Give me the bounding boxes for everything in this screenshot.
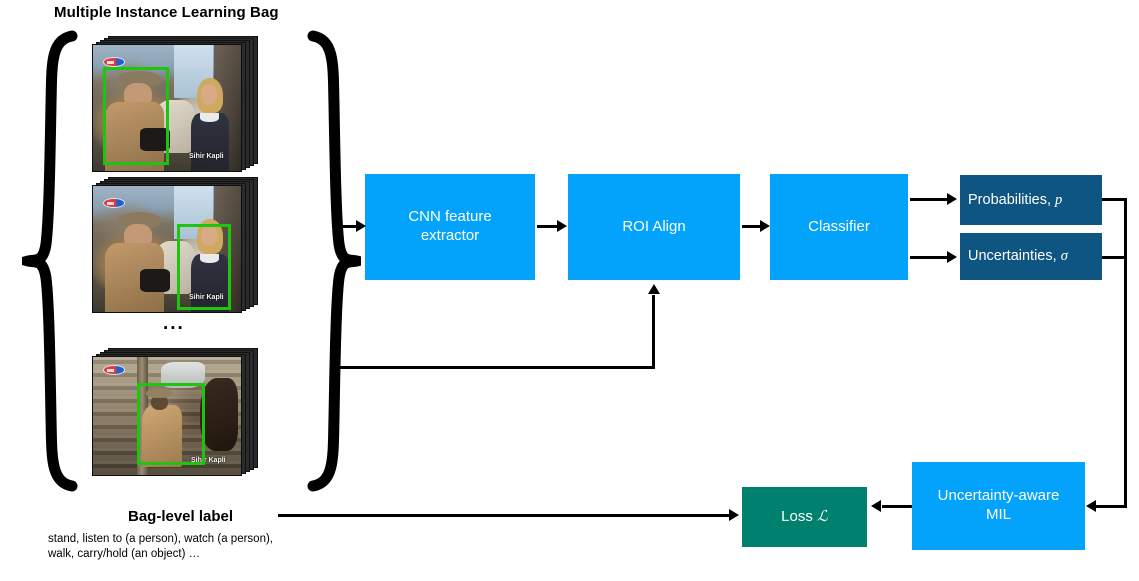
probabilities-node-label: Probabilities, p <box>968 191 1063 208</box>
connector-cnn-to-roi <box>537 225 557 228</box>
woman-collar-shape <box>199 254 219 263</box>
cnn-node-label: CNN feature extractor <box>408 208 492 244</box>
arrowhead-to-mil <box>1086 500 1096 512</box>
video-frame: Sihir Kapli <box>92 185 242 313</box>
connector-roi-to-classifier <box>742 225 762 228</box>
saddle-shape <box>140 128 170 151</box>
roi-align-node[interactable]: ROI Align <box>568 174 740 280</box>
bag-ellipsis: ... <box>163 313 185 334</box>
uncertainties-node-label: Uncertainties, σ <box>968 248 1068 265</box>
arrowhead-to-classifier <box>760 220 770 232</box>
arrowhead-to-probabilities <box>947 193 957 205</box>
connector-label-to-loss <box>278 514 730 517</box>
person-coat-shape <box>141 405 182 467</box>
uncertainty-aware-mil-node[interactable]: Uncertainty-aware MIL <box>912 462 1085 550</box>
figure-canvas: Multiple Instance Learning Bag Sihir Kap… <box>0 0 1139 581</box>
sigma-symbol: σ <box>1060 248 1068 265</box>
video-frame: Sihir Kapli <box>92 356 242 476</box>
bag-level-label-title: Bag-level label <box>128 508 234 525</box>
frame-stack-2: Sihir Kapli <box>92 177 258 317</box>
frame-watermark-text: Sihir Kapli <box>189 294 224 301</box>
mil-node-label: Uncertainty-aware MIL <box>937 487 1060 523</box>
frame-stack-3: Sihir Kapli <box>92 348 258 480</box>
loss-node-label: Loss ℒ <box>781 507 828 525</box>
uncertainties-node[interactable]: Uncertainties, σ <box>960 233 1102 280</box>
classifier-node[interactable]: Classifier <box>770 174 908 280</box>
arrowhead-to-roi <box>557 220 567 232</box>
frame-watermark-text: Sihir Kapli <box>189 153 224 160</box>
loss-symbol: ℒ <box>817 508 828 525</box>
bag-level-class-list: stand, listen to (a person), watch (a pe… <box>48 533 273 561</box>
probabilities-node[interactable]: Probabilities, p <box>960 175 1102 225</box>
cnn-feature-extractor-node[interactable]: CNN feature extractor <box>365 174 535 280</box>
arrowhead-to-roi-bottom <box>648 284 660 294</box>
video-frame: Sihir Kapli <box>92 44 242 172</box>
connector-classifier-to-probabilities <box>910 198 948 201</box>
person-hat-shape <box>146 387 173 399</box>
frame-stack-1: Sihir Kapli <box>92 36 258 176</box>
loss-node[interactable]: Loss ℒ <box>742 487 867 547</box>
classifier-node-label: Classifier <box>808 217 870 235</box>
trt1-logo-icon <box>103 198 125 208</box>
roi-node-label: ROI Align <box>622 217 686 235</box>
left-brace <box>22 30 78 492</box>
connector-bag-to-roi-horizontal <box>336 366 655 369</box>
page-title: Multiple Instance Learning Bag <box>54 4 279 21</box>
snow-region <box>161 361 206 388</box>
connector-mil-to-loss <box>882 505 912 508</box>
probability-symbol: p <box>1055 191 1063 208</box>
right-brace <box>305 30 361 492</box>
horse-shape <box>199 378 239 452</box>
trt1-logo-icon <box>103 57 125 67</box>
arrowhead-to-cnn <box>356 220 366 232</box>
arrowhead-to-loss-from-label <box>729 509 739 521</box>
trt1-logo-icon <box>103 365 125 375</box>
connector-classifier-to-uncertainties <box>910 256 948 259</box>
arrowhead-to-uncertainties <box>947 251 957 263</box>
woman-collar-shape <box>199 113 219 122</box>
arrowhead-to-loss-from-mil <box>871 500 881 512</box>
connector-bag-to-roi-vertical <box>652 295 655 369</box>
frame-watermark-text: Sihir Kapli <box>191 457 226 464</box>
connector-rail-vertical <box>1124 198 1127 508</box>
saddle-shape <box>140 269 170 292</box>
connector-rail-to-mil <box>1096 505 1127 508</box>
